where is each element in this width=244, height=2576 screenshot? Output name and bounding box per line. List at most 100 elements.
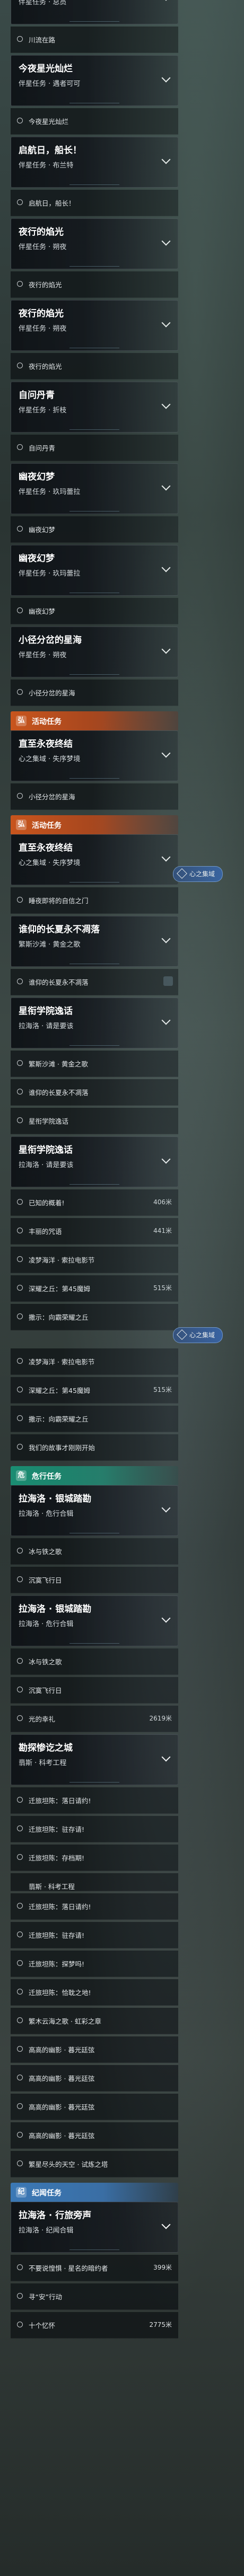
objective-radio-icon[interactable] <box>17 1228 23 1233</box>
quest-card[interactable]: 星衔学院逸话 拉海洛 · 请是要该 <box>11 1136 178 1187</box>
objective-row[interactable]: 幽夜幻梦 <box>11 516 178 543</box>
objective-row[interactable]: 冰与铁之歌 <box>11 1538 178 1565</box>
chevron-down-icon[interactable] <box>161 1752 171 1762</box>
objective-row[interactable]: 谁仰的长夏永不凋落 <box>11 969 178 995</box>
category-header[interactable]: 纪纪闻任务 <box>11 2183 178 2202</box>
chevron-down-icon[interactable] <box>161 645 171 654</box>
objective-radio-icon[interactable] <box>17 1089 23 1095</box>
objective-row[interactable]: 高高的幽影 · 暮光廷弦 <box>11 2036 178 2063</box>
objective-row[interactable]: 高高的幽影 · 暮光廷弦 <box>11 2065 178 2092</box>
objective-radio-icon[interactable] <box>17 2293 23 2299</box>
objective-radio-icon[interactable] <box>17 118 23 123</box>
objective-radio-icon[interactable] <box>17 1715 23 1721</box>
objective-radio-icon[interactable] <box>17 1313 23 1319</box>
objective-row[interactable]: 繁星尽头的天空 · 试炼之塔 <box>11 2151 178 2177</box>
quest-card[interactable]: 今夜星光灿烂 伴星任务 · 遇者可可 <box>11 55 178 106</box>
chevron-down-icon[interactable] <box>161 748 171 758</box>
quest-card[interactable]: 拉海洛 · 行旅旁声 拉海洛 · 纪闻合辑 <box>11 2202 178 2253</box>
objective-radio-icon[interactable] <box>17 281 23 287</box>
objective-row[interactable]: 沉寞飞行日 <box>11 1567 178 1593</box>
chevron-down-icon[interactable] <box>161 0 171 1</box>
objective-row[interactable]: 睡夜即将的自信之门 <box>11 887 178 914</box>
objective-radio-icon[interactable] <box>17 526 23 532</box>
chevron-down-icon[interactable] <box>161 236 171 246</box>
objective-row[interactable]: 寻“安”行动 <box>11 2283 178 2310</box>
objective-row[interactable]: 深耀之丘：第45魔姆 515米 <box>11 1377 178 1404</box>
objective-row[interactable]: 夜行的焰光 <box>11 353 178 380</box>
objective-radio-icon[interactable] <box>17 897 23 903</box>
objective-radio-icon[interactable] <box>17 363 23 368</box>
objective-radio-icon[interactable] <box>17 978 23 984</box>
chevron-down-icon[interactable] <box>161 481 171 491</box>
objective-radio-icon[interactable] <box>17 1825 23 1831</box>
objective-row[interactable]: 夜行的焰光 <box>11 271 178 298</box>
objective-row[interactable]: 高高的幽影 · 暮光廷弦 <box>11 2094 178 2120</box>
objective-radio-icon[interactable] <box>17 1415 23 1421</box>
objective-radio-icon[interactable] <box>17 1548 23 1554</box>
objective-radio-icon[interactable] <box>17 1285 23 1291</box>
objective-row[interactable]: 撒示：向霸荣耀之丘 <box>11 1406 178 1432</box>
quest-card[interactable]: 拉海洛 · 银城踏勘 拉海洛 · 危行合辑 <box>11 1595 178 1646</box>
objective-radio-icon[interactable] <box>17 1989 23 1995</box>
objective-row[interactable]: 迁旅坦陈：驻存请! <box>11 1922 178 1948</box>
quest-card[interactable]: 星衔学院逸话 拉海洛 · 请是要该 <box>11 998 178 1048</box>
objective-radio-icon[interactable] <box>17 1658 23 1664</box>
region-tag[interactable]: 心之集域 <box>173 1327 223 1343</box>
objective-radio-icon[interactable] <box>17 444 23 450</box>
quest-card[interactable]: 小径分岔的星海 伴星任务 · 朔夜 <box>11 627 178 677</box>
quest-card[interactable]: 自问丹青 伴星任务 · 折枝 <box>11 382 178 433</box>
objective-radio-icon[interactable] <box>17 1387 23 1392</box>
objective-radio-icon[interactable] <box>17 2075 23 2080</box>
category-header[interactable]: 危危行任务 <box>11 1466 178 1485</box>
objective-radio-icon[interactable] <box>17 1797 23 1803</box>
chevron-down-icon[interactable] <box>161 318 171 328</box>
objective-radio-icon[interactable] <box>17 2046 23 2052</box>
objective-radio-icon[interactable] <box>17 1117 23 1123</box>
quest-card[interactable]: 直至永夜终结 心之集域 · 失序梦境 <box>11 834 178 885</box>
objective-radio-icon[interactable] <box>17 1903 23 1909</box>
chevron-down-icon[interactable] <box>161 2220 171 2229</box>
objective-row[interactable]: 我们的故事才刚刚开始 <box>11 1434 178 1461</box>
objective-row[interactable]: 凌梦海洋 · 索拉电影节 <box>11 1348 178 1375</box>
objective-row[interactable]: 凌梦海洋 · 索拉电影节 <box>11 1247 178 1273</box>
objective-radio-icon[interactable] <box>17 1060 23 1066</box>
quest-card[interactable]: 幽夜幻梦 伴星任务 · 玖玛蕾拉 <box>11 545 178 596</box>
objective-radio-icon[interactable] <box>17 1576 23 1582</box>
quest-card[interactable]: 谁仰的长夏永不凋落 繁斯沙滩 · 黄金之歌 <box>11 916 178 967</box>
objective-radio-icon[interactable] <box>17 607 23 613</box>
objective-radio-icon[interactable] <box>17 2160 23 2166</box>
objective-row[interactable]: 今夜星光灿烂 <box>11 108 178 135</box>
objective-row[interactable]: 繁斯沙滩 · 黄金之歌 <box>11 1051 178 1077</box>
objective-row[interactable]: 迁旅坦陈：落日请约! <box>11 1893 178 1920</box>
objective-row[interactable]: 星衔学院逸话 <box>11 1108 178 1134</box>
region-tag[interactable]: 心之集域 <box>173 866 223 882</box>
objective-row[interactable]: 迁旅坦陈：存档期! <box>11 1845 178 1871</box>
quest-card[interactable]: 拉海洛 · 银城踏勘 拉海洛 · 危行合辑 <box>11 1485 178 1536</box>
objective-radio-icon[interactable] <box>17 1256 23 1262</box>
objective-row[interactable]: 迁旅坦陈：探梦吗! <box>11 1951 178 1977</box>
quest-card[interactable]: 夜行的焰光 伴星任务 · 朔夜 <box>11 218 178 269</box>
objective-radio-icon[interactable] <box>17 2322 23 2327</box>
quest-card[interactable]: 勘探惨讫之城 翡斯 · 科考工程 <box>11 1734 178 1785</box>
chevron-down-icon[interactable] <box>161 1503 171 1513</box>
quest-card[interactable]: 幽夜幻梦 伴星任务 · 玖玛蕾拉 <box>11 463 178 514</box>
objective-radio-icon[interactable] <box>17 1854 23 1860</box>
objective-row[interactable]: 小径分岔的星海 <box>11 783 178 810</box>
quest-card[interactable]: 直至永夜终结 心之集域 · 失序梦境 <box>11 730 178 781</box>
objective-radio-icon[interactable] <box>17 1444 23 1450</box>
chevron-down-icon[interactable] <box>161 1613 171 1623</box>
objective-radio-icon[interactable] <box>17 1358 23 1364</box>
objective-radio-icon[interactable] <box>17 793 23 799</box>
chevron-down-icon[interactable] <box>161 155 171 164</box>
objective-row[interactable]: 沉寞飞行日 <box>11 1677 178 1704</box>
objective-radio-icon[interactable] <box>17 2132 23 2138</box>
objective-radio-icon[interactable] <box>17 1199 23 1205</box>
quest-card-partial[interactable]: ……伴星任务 · 总员 <box>11 0 178 24</box>
category-header[interactable]: 弘活动任务 <box>11 711 178 730</box>
objective-row[interactable]: 十个忆怀 2775米 <box>11 2312 178 2339</box>
objective-row[interactable]: 不要说惶惧 · 星名的暗约者 399米 <box>11 2255 178 2281</box>
objective-row[interactable]: 繁木云海之歌 · 虹彩之章 <box>11 2008 178 2034</box>
objective-row[interactable]: 高高的幽影 · 暮光廷弦 <box>11 2122 178 2149</box>
track-icon[interactable] <box>163 976 173 986</box>
objective-radio-icon[interactable] <box>17 2017 23 2023</box>
